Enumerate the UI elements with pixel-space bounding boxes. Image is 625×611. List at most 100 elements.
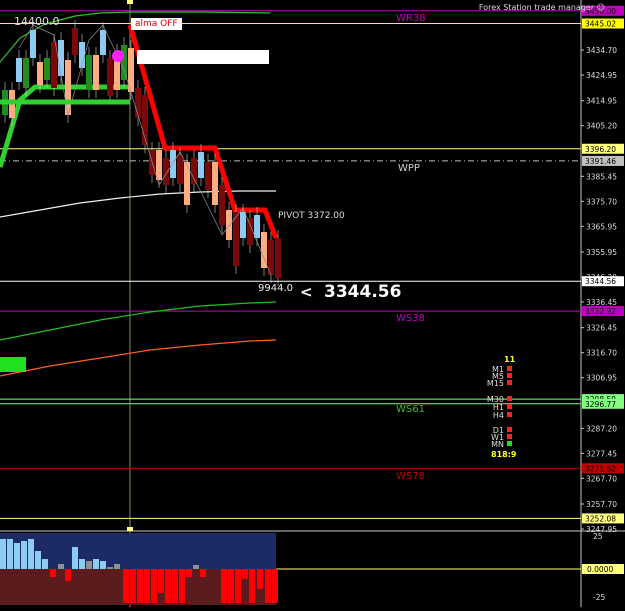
- price-level-box-label: 3396.20: [585, 145, 616, 154]
- mtf-status-square: [507, 441, 512, 446]
- osc-bar: [79, 559, 85, 569]
- osc-bar: [0, 539, 6, 569]
- candle-body: [135, 88, 141, 118]
- candle-body: [163, 158, 169, 185]
- candle-body: [184, 162, 190, 205]
- candle-body: [121, 45, 127, 80]
- mtf-footer-label: 818:9: [491, 450, 517, 459]
- candle-body: [212, 162, 218, 205]
- osc-bar: [144, 569, 150, 603]
- osc-bar: [93, 559, 99, 569]
- osc-bar: [58, 564, 64, 569]
- price-level-box-label: 3252.08: [585, 514, 616, 523]
- mtf-status-square: [507, 380, 512, 385]
- price-chart[interactable]: 3434.70 3424.95 3414.95 3405.20 3385.45 3375.…: [0, 0, 625, 607]
- ws61-label: WS61: [396, 404, 425, 415]
- mtf-status-square: [507, 396, 512, 401]
- candle-body: [23, 58, 29, 88]
- osc-tick-label: -25: [593, 593, 605, 602]
- wr38-label: WR38: [396, 13, 426, 24]
- candle-body: [30, 30, 36, 58]
- price-tick-label: 3277.45: [586, 449, 617, 458]
- green-marker-box: [0, 357, 26, 372]
- candle-body: [93, 55, 99, 90]
- current-price-big: 3344.56: [324, 282, 402, 302]
- mtf-status-square: [507, 366, 512, 371]
- candle-body: [191, 158, 197, 184]
- osc-zero-label: 0.0000: [587, 565, 613, 574]
- candle-body: [247, 218, 253, 245]
- candle-body: [219, 185, 225, 225]
- price-tick-label: 3267.70: [586, 474, 617, 483]
- ma-green-low: [0, 301, 277, 341]
- volume-value: 9944.0: [258, 283, 293, 294]
- price-tick-label: 3365.95: [586, 222, 617, 231]
- price-tick-label: 3336.45: [586, 298, 617, 307]
- osc-bar: [42, 559, 48, 569]
- mtf-status-square: [507, 427, 512, 432]
- alma-toggle-button[interactable]: alma OFF: [131, 18, 182, 30]
- osc-bar: [265, 569, 271, 603]
- chart-title-text: Forex Station trade manager: [478, 3, 595, 12]
- osc-bar: [137, 569, 143, 603]
- osc-bar: [86, 561, 92, 569]
- candle-body: [86, 55, 92, 90]
- osc-bar: [21, 541, 27, 569]
- pivot-label: PIVOT 3372.00: [278, 211, 345, 221]
- osc-bar: [35, 551, 41, 569]
- candle-body: [198, 152, 204, 178]
- price-tick-label: 3326.45: [586, 324, 617, 333]
- osc-bar: [7, 539, 13, 569]
- candle-body: [107, 58, 113, 96]
- price-tick-label: 3355.95: [586, 248, 617, 257]
- smiley-icon: ☺: [596, 3, 605, 12]
- osc-bar: [193, 565, 199, 569]
- price-level-box-label: 3445.02: [585, 20, 616, 29]
- alma-toggle-label: alma OFF: [135, 19, 178, 29]
- osc-bar: [242, 569, 248, 579]
- osc-bar: [14, 543, 20, 569]
- osc-bar: [221, 569, 227, 603]
- mtf-row-label: H4: [493, 411, 504, 420]
- candle-body: [275, 238, 281, 278]
- cursor-top-marker: [127, 0, 133, 4]
- candle-body: [156, 150, 162, 180]
- chart-window[interactable]: 3434.70 3424.95 3414.95 3405.20 3385.45 3375.…: [0, 0, 625, 607]
- osc-bar: [100, 561, 106, 569]
- ws78-label: WS78: [396, 471, 425, 482]
- osc-bar: [186, 569, 192, 577]
- counter-label: 14400.0: [14, 15, 60, 28]
- ma-orange: [0, 339, 277, 377]
- osc-bar: [249, 569, 255, 603]
- candle-body: [170, 150, 176, 178]
- price-tick-label: 3375.70: [586, 197, 617, 206]
- mtf-status-square: [507, 434, 512, 439]
- price-tick-label: 3257.70: [586, 500, 617, 509]
- osc-bar: [200, 569, 206, 577]
- osc-bar: [65, 569, 71, 581]
- price-level-box-label: 3332.92: [585, 307, 616, 316]
- osc-bar: [151, 569, 157, 603]
- osc-bar: [107, 567, 113, 569]
- osc-bar: [228, 569, 234, 603]
- osc-bar: [165, 569, 171, 603]
- candle-body: [44, 58, 50, 80]
- candle-body: [177, 155, 183, 184]
- ws38-label: WS38: [396, 313, 425, 324]
- mtf-row-label: MN: [491, 440, 504, 449]
- price-tick-label: 3306.95: [586, 374, 617, 383]
- osc-bar: [158, 569, 164, 593]
- price-level-box-label: 3391.46: [585, 157, 616, 166]
- price-level-box-label: 3344.56: [585, 277, 616, 286]
- cursor-bottom-marker: [127, 527, 133, 531]
- price-tick-label: 3385.45: [586, 172, 617, 181]
- osc-positive-zone: [0, 533, 276, 569]
- price-tick-label: 3414.95: [586, 97, 617, 106]
- price-tick-label: 3287.20: [586, 424, 617, 433]
- osc-bar: [235, 569, 241, 603]
- osc-bar: [28, 539, 34, 569]
- white-marker-box: [137, 50, 269, 64]
- osc-bar: [172, 569, 178, 603]
- candle-body: [240, 212, 246, 238]
- osc-bar: [123, 569, 129, 603]
